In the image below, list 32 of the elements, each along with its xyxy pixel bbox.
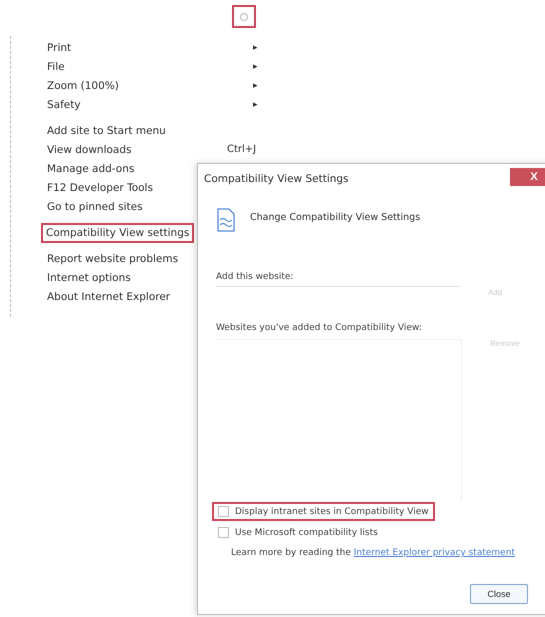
- submenu-arrow: ▸: [253, 62, 258, 72]
- menu-item[interactable]: Print: [47, 42, 72, 54]
- dialog-title: Compatibility View Settings: [204, 173, 349, 185]
- submenu-arrow: ▸: [253, 80, 258, 90]
- menu-item[interactable]: View downloads: [47, 144, 132, 156]
- submenu-arrow: ▸: [253, 100, 258, 110]
- menu-item[interactable]: Safety: [47, 98, 81, 110]
- submenu-arrow: ▸: [253, 42, 258, 52]
- document-icon: [216, 208, 236, 232]
- menu-item[interactable]: Manage add-ons: [47, 162, 134, 174]
- window-close-button[interactable]: X: [510, 168, 545, 186]
- list-label: Websites you've added to Compatibility View:: [216, 323, 423, 333]
- menu-item[interactable]: Add site to Start menu: [47, 124, 166, 136]
- privacy-link[interactable]: Internet Explorer privacy statement: [354, 548, 515, 558]
- info-text: Learn more by reading the Internet Explorer privacy statement: [231, 548, 516, 558]
- menu-item[interactable]: Zoom (100%): [47, 80, 119, 92]
- dialog-heading: Change Compatibility View Settings: [250, 212, 420, 223]
- checkbox[interactable]: [218, 527, 229, 538]
- close-dialog-button[interactable]: Close: [470, 584, 528, 604]
- checkbox-label: Use Microsoft compatibility lists: [235, 528, 378, 538]
- menu-item[interactable]: Go to pinned sites: [47, 200, 143, 212]
- menu-item[interactable]: F12 Developer Tools: [47, 182, 153, 194]
- shortcut-text: Ctrl+J: [227, 144, 256, 155]
- menu-item[interactable]: About Internet Explorer: [47, 290, 170, 302]
- menu-item[interactable]: Internet options: [47, 272, 131, 284]
- menu-item[interactable]: File: [47, 60, 65, 72]
- menu-item[interactable]: Compatibility View settings: [41, 222, 194, 242]
- field-label: Add this website:: [216, 272, 294, 282]
- menu-item[interactable]: Report website problems: [47, 252, 178, 264]
- checkbox-label: Display intranet sites in Compatibility View: [235, 506, 429, 516]
- tools-button[interactable]: [232, 5, 256, 28]
- checkbox[interactable]: [218, 506, 229, 517]
